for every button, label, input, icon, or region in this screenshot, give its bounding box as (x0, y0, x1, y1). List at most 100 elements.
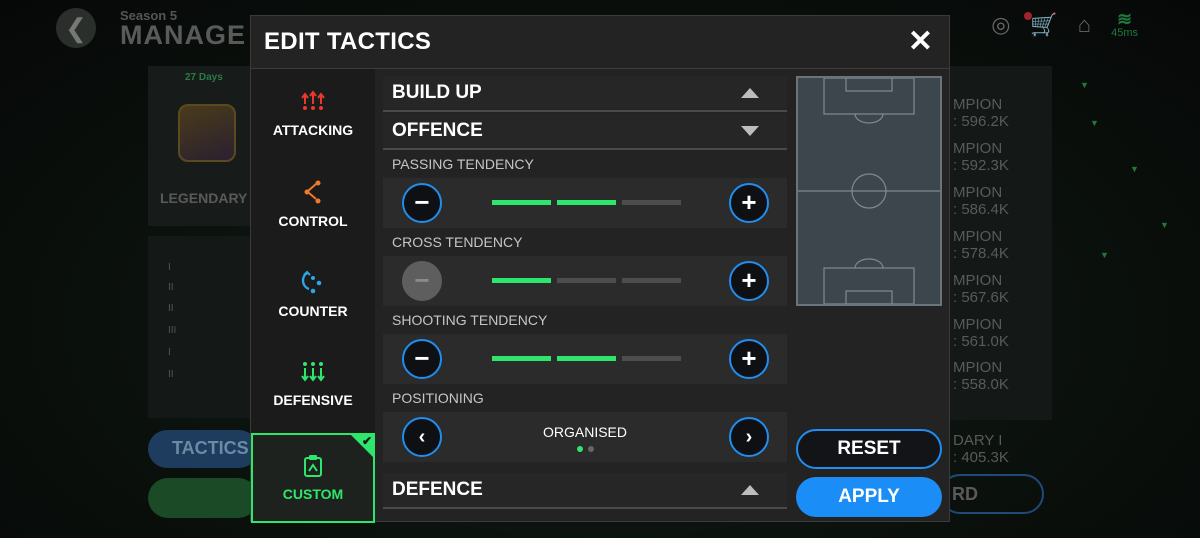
cross-decrease-button[interactable]: − (402, 261, 442, 301)
leaderboard-rank: MPION (953, 140, 1003, 157)
tab-custom[interactable]: ✔ CUSTOM (251, 433, 375, 523)
control-icon (301, 179, 325, 205)
leaderboard-rank: MPION (953, 184, 1003, 201)
reset-button[interactable]: RESET (796, 429, 942, 469)
close-icon[interactable]: ✕ (908, 27, 933, 57)
rank-panel (148, 236, 258, 418)
rank-item: II (168, 282, 174, 293)
custom-icon (302, 454, 324, 478)
positioning-control: ‹ ORGANISED › (383, 412, 787, 462)
level-bar (622, 200, 681, 205)
expand-arrow-icon (741, 126, 759, 136)
ping-value: 45ms (1111, 27, 1138, 39)
level-bar (492, 356, 551, 361)
modal-header: EDIT TACTICS ✕ (251, 16, 949, 69)
positioning-value: ORGANISED (542, 424, 627, 440)
leaderboard-rank: MPION (953, 228, 1003, 245)
passing-increase-button[interactable]: + (729, 183, 769, 223)
cross-increase-button[interactable]: + (729, 261, 769, 301)
football-pitch (798, 77, 940, 305)
leaderboard-rank: MPION (953, 359, 1003, 376)
leaderboard-score: : 561.0K (953, 333, 1009, 351)
target-icon: ◎ (991, 11, 1011, 37)
plus-icon: + (741, 187, 757, 217)
leaderboard-button-bg: RD (940, 474, 1044, 514)
passing-decrease-button[interactable]: − (402, 183, 442, 223)
level-bar (622, 356, 681, 361)
shooting-level-bars (492, 356, 681, 361)
leaderboard-rank: MPION (953, 316, 1003, 333)
defensive-icon (300, 360, 326, 384)
rank-item: I (168, 347, 171, 358)
triangle-decor: ▼ (1080, 80, 1089, 90)
tab-label: COUNTER (278, 303, 348, 319)
tab-defensive[interactable]: DEFENSIVE (251, 339, 375, 429)
edit-tactics-modal: EDIT TACTICS ✕ ATTACKING CONTROL COUNTER (250, 15, 950, 523)
passing-tendency-label: PASSING TENDENCY (392, 156, 534, 172)
tab-attacking[interactable]: ATTACKING (251, 69, 375, 159)
level-bar (492, 200, 551, 205)
tab-label: ATTACKING (272, 122, 354, 138)
rank-item: III (168, 325, 177, 336)
shooting-tendency-control: − + (383, 334, 787, 384)
pitch-diagram (796, 76, 942, 306)
shooting-decrease-button[interactable]: − (402, 339, 442, 379)
attacking-icon (300, 90, 326, 114)
leaderboard-rank: MPION (953, 272, 1003, 289)
league-badge (178, 104, 236, 162)
section-title: OFFENCE (392, 120, 483, 141)
leaderboard-score: : 586.4K (953, 201, 1009, 219)
cross-tendency-control: − + (383, 256, 787, 306)
cross-level-bars (492, 278, 681, 283)
triangle-decor: ▼ (1090, 118, 1099, 128)
collapse-arrow-icon (741, 485, 759, 495)
home-icon: ⌂ (1077, 11, 1092, 37)
counter-icon (301, 269, 325, 295)
level-bar (492, 278, 551, 283)
rank-item: I (168, 262, 171, 273)
leaderboard-score: : 567.6K (953, 289, 1009, 307)
positioning-label: POSITIONING (392, 390, 484, 406)
tab-label: CONTROL (278, 213, 348, 229)
tab-counter[interactable]: COUNTER (251, 249, 375, 339)
days-remaining: 27 Days (185, 72, 223, 83)
tactic-preset-tabs: ATTACKING CONTROL COUNTER DEFENSIVE ✔ CU… (251, 69, 375, 523)
minus-icon: − (414, 187, 430, 217)
section-defence[interactable]: DEFENCE (383, 473, 787, 509)
leaderboard-score: : 592.3K (953, 157, 1009, 175)
apply-button[interactable]: APPLY (796, 477, 942, 517)
section-title: BUILD UP (392, 82, 482, 103)
triangle-decor: ▼ (1100, 250, 1109, 260)
tab-label: DEFENSIVE (273, 392, 353, 408)
collapse-arrow-icon (741, 88, 759, 98)
leaderboard-score: : 596.2K (953, 113, 1009, 131)
triangle-decor: ▼ (1160, 220, 1169, 230)
league-rank: DARY I (953, 432, 1003, 449)
tactic-settings: BUILD UP OFFENCE PASSING TENDENCY − + CR… (383, 76, 787, 509)
tab-label: CUSTOM (282, 486, 344, 502)
league-score: : 405.3K (953, 449, 1009, 467)
tab-control[interactable]: CONTROL (251, 159, 375, 249)
passing-tendency-control: − + (383, 178, 787, 228)
checkmark-icon: ✔ (361, 434, 372, 448)
minus-icon: − (414, 343, 430, 373)
passing-level-bars (492, 200, 681, 205)
modal-title: EDIT TACTICS (264, 28, 432, 55)
leaderboard-score: : 578.4K (953, 245, 1009, 263)
cart-icon: 🛒 (1030, 11, 1058, 37)
signal-indicator: ≋ 45ms (1111, 10, 1138, 39)
wifi-icon: ≋ (1117, 9, 1133, 29)
league-name: LEGENDARY (160, 190, 248, 206)
rank-item: II (168, 369, 174, 380)
shooting-increase-button[interactable]: + (729, 339, 769, 379)
chevron-right-icon: › (745, 426, 753, 448)
rank-item: II (168, 303, 174, 314)
section-offence[interactable]: OFFENCE (383, 114, 787, 150)
positioning-next-button[interactable]: › (729, 417, 769, 457)
leaderboard-rank: MPION (953, 96, 1003, 113)
section-build-up[interactable]: BUILD UP (383, 76, 787, 112)
section-title: DEFENCE (392, 479, 483, 500)
page-dot (587, 446, 594, 452)
level-bar (622, 278, 681, 283)
leaderboard-score: : 558.0K (953, 376, 1009, 394)
